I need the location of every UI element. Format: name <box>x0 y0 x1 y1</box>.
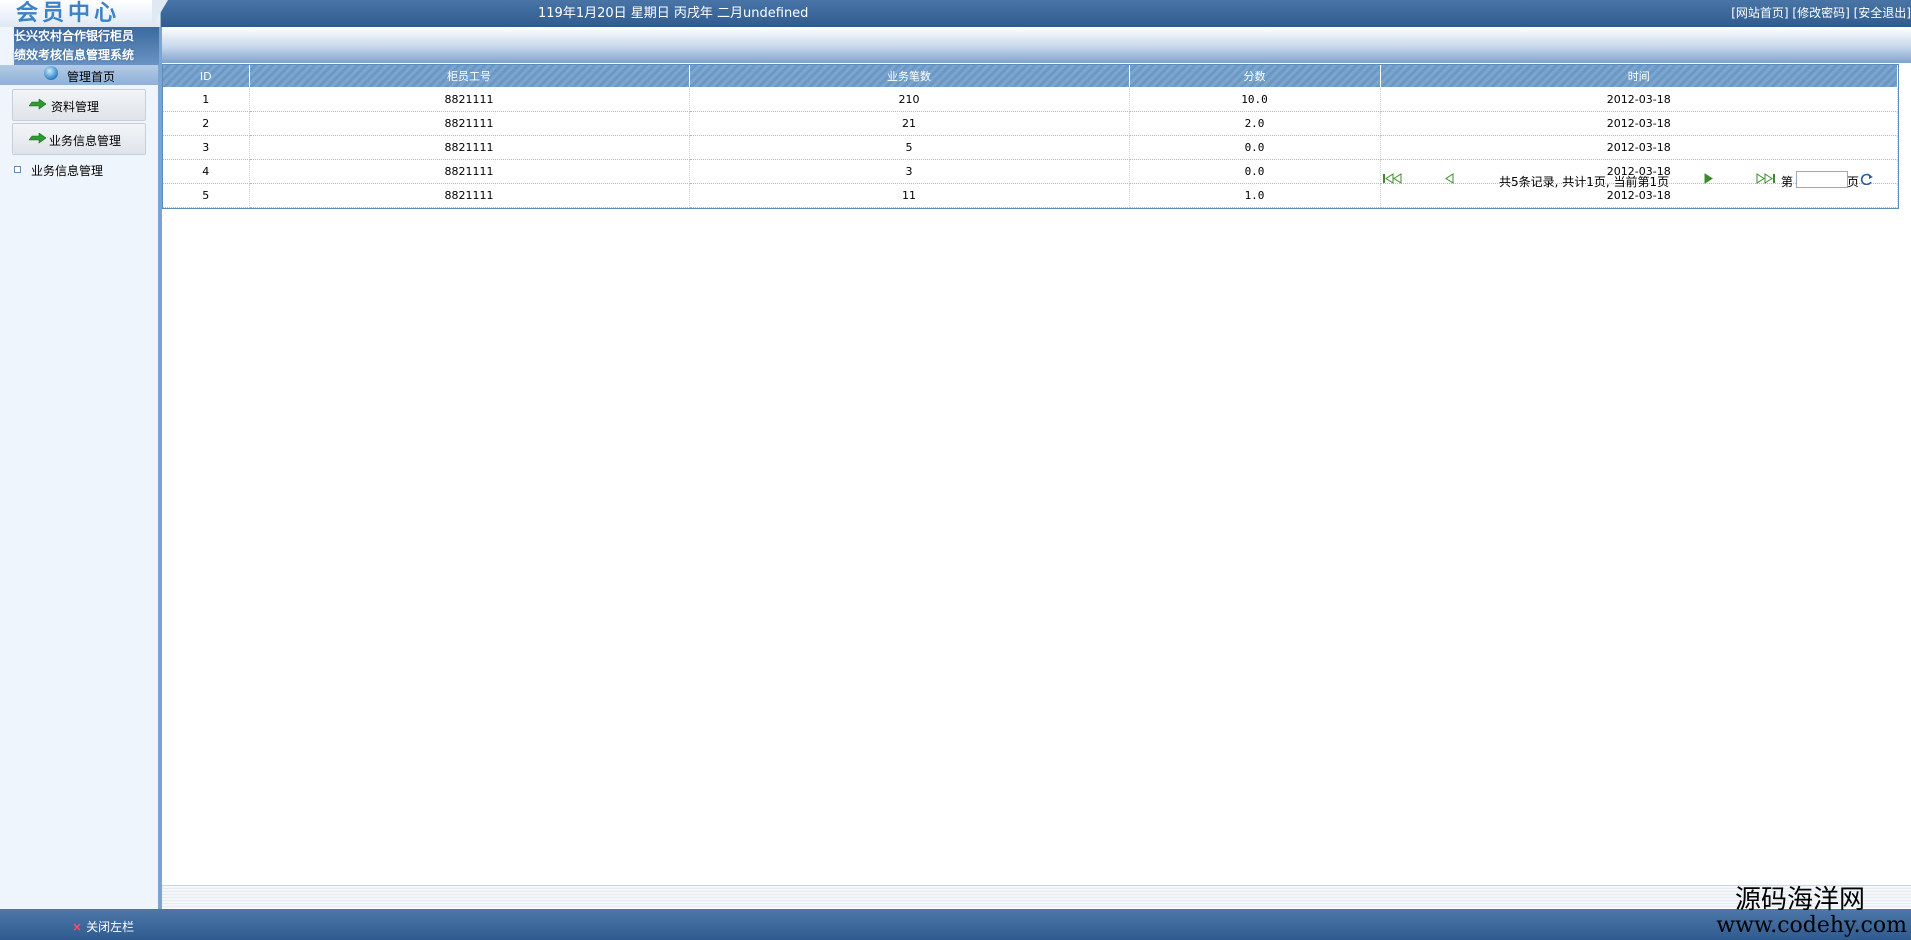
cell-score: 2.0 <box>1129 111 1381 136</box>
table-header-row: ID 柜员工号 业务笔数 分数 时间 <box>163 65 1898 88</box>
system-title: 长兴农村合作银行柜员 绩效考核信息管理系统 <box>14 27 159 65</box>
prev-page-icon[interactable] <box>1444 173 1454 184</box>
menu-data-management-label: 资料管理 <box>51 100 100 114</box>
main-content: ID 柜员工号 业务笔数 分数 时间 1 8821111 210 10.0 20… <box>162 63 1911 909</box>
page-number-input[interactable] <box>1796 171 1848 188</box>
menu-business-info[interactable]: 业务信息管理 <box>12 123 146 155</box>
nav-home[interactable]: 管理首页 <box>0 65 158 85</box>
column-header-business-count[interactable]: 业务笔数 <box>689 65 1130 88</box>
cell-business-count: 5 <box>689 135 1130 160</box>
column-header-score[interactable]: 分数 <box>1129 65 1381 88</box>
watermark: 源码海洋网 www.codehy.com <box>1716 886 1907 938</box>
nav-home-label: 管理首页 <box>67 70 116 84</box>
first-page-icon[interactable] <box>1383 173 1403 184</box>
cell-time: 2012-03-18 <box>1380 111 1898 136</box>
logo: 会员中心 <box>16 0 121 26</box>
green-arrow-icon <box>29 133 46 144</box>
bullet-icon <box>14 166 21 173</box>
column-header-teller-id[interactable]: 柜员工号 <box>249 65 690 88</box>
cell-id: 2 <box>163 111 250 136</box>
cell-teller-id: 8821111 <box>249 135 690 160</box>
watermark-line1: 源码海洋网 <box>1734 885 1865 915</box>
menu-business-info-label: 业务信息管理 <box>49 134 122 148</box>
page-prefix-label: 第 <box>1781 175 1794 189</box>
green-arrow-icon <box>29 99 46 110</box>
current-datetime: 119年1月20日 星期日 丙戌年 二月undefined <box>538 6 809 21</box>
last-page-icon[interactable] <box>1756 173 1776 184</box>
close-sidebar-button[interactable]: × 关闭左栏 <box>72 918 134 935</box>
cell-score: 10.0 <box>1129 87 1381 112</box>
change-password-link[interactable]: [修改密码] <box>1792 6 1849 20</box>
pagination-summary: 共5条记录, 共计1页, 当前第1页 <box>1499 175 1670 189</box>
pagination: 共5条记录, 共计1页, 当前第1页 第 页 <box>162 169 1911 191</box>
subitem-business-info-label: 业务信息管理 <box>31 164 104 178</box>
header-banner <box>0 27 1911 63</box>
bottom-bar: × 关闭左栏 <box>0 909 1911 940</box>
next-page-icon[interactable] <box>1704 173 1714 184</box>
cell-teller-id: 8821111 <box>249 111 690 136</box>
cell-id: 1 <box>163 87 250 112</box>
home-link[interactable]: [网站首页] <box>1731 6 1788 20</box>
top-links: [网站首页] [修改密码] [安全退出] <box>1731 0 1911 27</box>
column-header-time[interactable]: 时间 <box>1380 65 1898 88</box>
menu-data-management[interactable]: 资料管理 <box>12 89 146 121</box>
cell-business-count: 210 <box>689 87 1130 112</box>
table-row[interactable]: 1 8821111 210 10.0 2012-03-18 <box>163 87 1898 112</box>
watermark-line2: www.codehy.com <box>1716 913 1907 938</box>
sidebar: 长兴农村合作银行柜员 绩效考核信息管理系统 管理首页 资料管理 业务信息管理 业… <box>0 27 162 909</box>
cell-time: 2012-03-18 <box>1380 135 1898 160</box>
logo-area: 会员中心 <box>0 0 161 27</box>
table-row[interactable]: 2 8821111 21 2.0 2012-03-18 <box>163 111 1898 136</box>
logout-link[interactable]: [安全退出] <box>1854 6 1911 20</box>
globe-icon <box>44 66 58 80</box>
content-footer-strip <box>162 885 1911 908</box>
table-row[interactable]: 3 8821111 5 0.0 2012-03-18 <box>163 135 1898 160</box>
column-header-id[interactable]: ID <box>163 65 250 88</box>
cell-business-count: 21 <box>689 111 1130 136</box>
cell-id: 3 <box>163 135 250 160</box>
cell-time: 2012-03-18 <box>1380 87 1898 112</box>
close-sidebar-label: 关闭左栏 <box>86 920 135 934</box>
top-bar: 会员中心 119年1月20日 星期日 丙戌年 二月undefined [网站首页… <box>0 0 1911 27</box>
cell-teller-id: 8821111 <box>249 87 690 112</box>
page-suffix-label: 页 <box>1847 175 1860 189</box>
close-icon: × <box>72 920 83 934</box>
go-refresh-icon[interactable] <box>1860 173 1874 185</box>
cell-score: 0.0 <box>1129 135 1381 160</box>
